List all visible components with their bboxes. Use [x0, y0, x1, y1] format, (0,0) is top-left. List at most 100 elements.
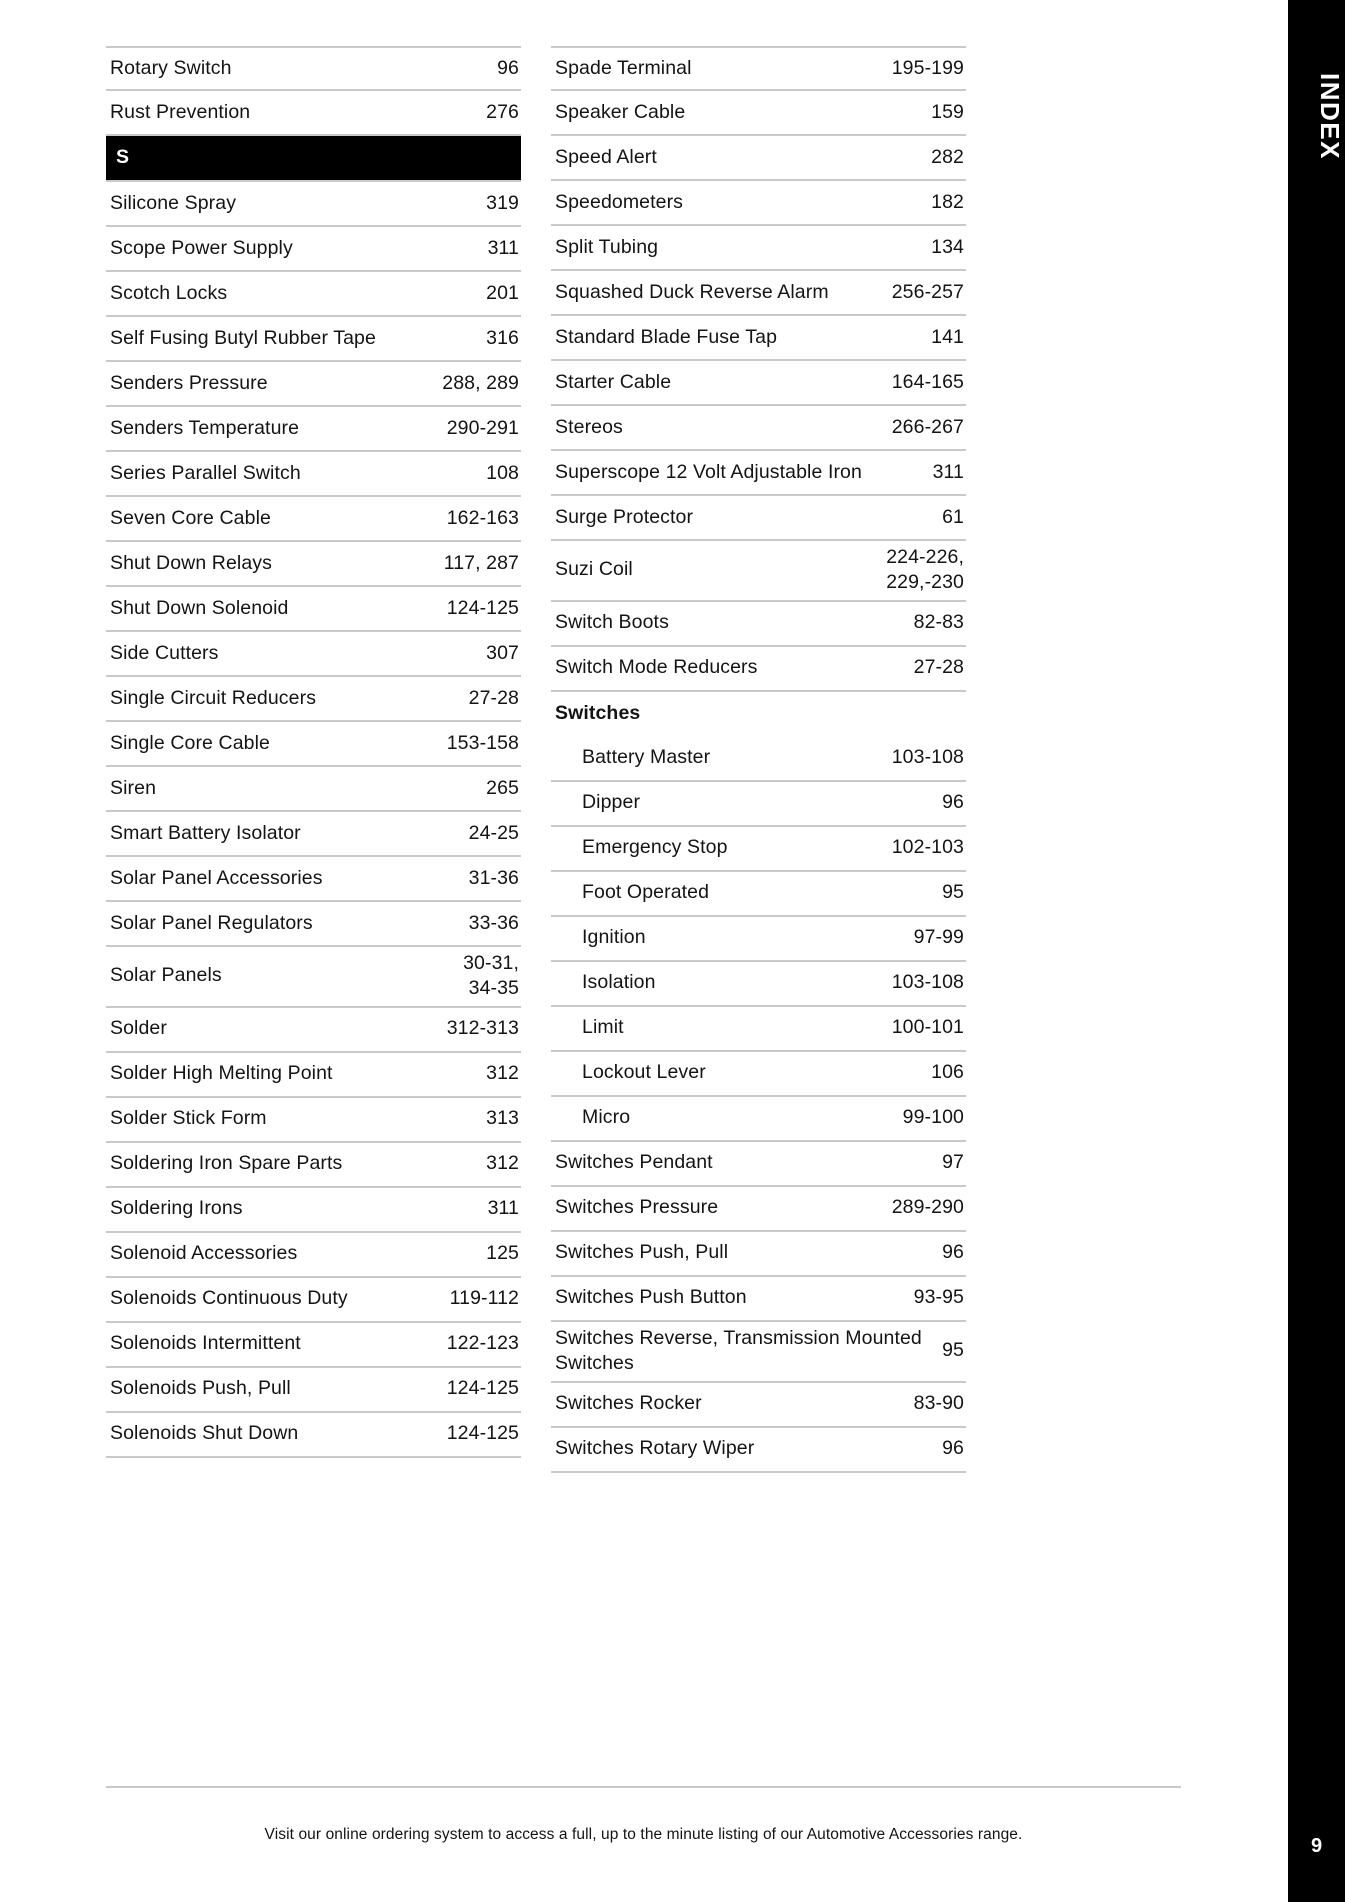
index-entry-label: Dipper: [582, 791, 641, 814]
index-entry-pages: 96: [497, 56, 519, 79]
index-sub-entry-row[interactable]: Isolation 103-108: [551, 962, 966, 1007]
index-entry-row[interactable]: Switch Boots 82-83: [551, 602, 966, 647]
index-entry-row[interactable]: Scope Power Supply 311: [106, 227, 521, 272]
index-entry-pages: 201: [486, 281, 519, 304]
index-entry-label: Shut Down Solenoid: [110, 596, 289, 619]
index-entry-row[interactable]: Superscope 12 Volt Adjustable Iron 311: [551, 451, 966, 496]
index-entry-row[interactable]: Squashed Duck Reverse Alarm 256-257: [551, 271, 966, 316]
footer-note: Visit our online ordering system to acce…: [264, 1826, 1023, 1843]
index-entry-pages: 97-99: [913, 926, 964, 949]
index-page: Rotary Switch 96 Rust Prevention 276 S Silico…: [0, 0, 1345, 1902]
index-entry-row[interactable]: Stereos 266-267: [551, 406, 966, 451]
index-entry-row[interactable]: Shut Down Relays 117, 287: [106, 542, 521, 587]
index-sub-entry-row[interactable]: Micro 99-100: [551, 1097, 966, 1142]
index-entry-row[interactable]: Solenoids Continuous Duty 119-112: [106, 1278, 521, 1323]
index-entry-row[interactable]: Scotch Locks 201: [106, 272, 521, 317]
index-entry-label: Solenoid Accessories: [110, 1242, 298, 1265]
index-entry-row[interactable]: Starter Cable 164-165: [551, 361, 966, 406]
index-entry-pages: 125: [486, 1242, 519, 1265]
index-entry-row[interactable]: Shut Down Solenoid 124-125: [106, 587, 521, 632]
index-entry-row[interactable]: Solder 312-313: [106, 1008, 521, 1053]
index-entry-row[interactable]: Switches Rotary Wiper 96: [551, 1428, 966, 1473]
index-entry-row[interactable]: Speedometers 182: [551, 181, 966, 226]
index-entry-label: Solenoids Continuous Duty: [110, 1287, 348, 1310]
index-entry-pages: 307: [486, 641, 519, 664]
index-entry-row[interactable]: Switches Pressure 289-290: [551, 1187, 966, 1232]
index-column-left: Rotary Switch 96 Rust Prevention 276 S Silico…: [106, 46, 521, 1473]
index-entry-pages: 124-125: [446, 1422, 519, 1445]
index-entry-pages: 96: [942, 1437, 964, 1460]
index-entry-row[interactable]: Switches Push, Pull 96: [551, 1232, 966, 1277]
index-entry-row[interactable]: Solenoids Shut Down 124-125: [106, 1413, 521, 1458]
index-entry-row[interactable]: Split Tubing 134: [551, 226, 966, 271]
index-entry-row[interactable]: Surge Protector 61: [551, 496, 966, 541]
index-entry-row[interactable]: Single Circuit Reducers 27-28: [106, 677, 521, 722]
index-letter-divider[interactable]: S: [106, 136, 521, 182]
index-entry-row[interactable]: Solar Panels 30-31, 34-35: [106, 947, 521, 1008]
index-entry-row[interactable]: Single Core Cable 153-158: [106, 722, 521, 767]
index-entry-row[interactable]: Siren 265: [106, 767, 521, 812]
index-sub-entry-row[interactable]: Ignition 97-99: [551, 917, 966, 962]
index-entry-pages: 124-125: [446, 596, 519, 619]
index-entry-label: Switches Rotary Wiper: [555, 1437, 755, 1460]
index-side-tab: INDEX 9: [1288, 0, 1345, 1902]
index-group-heading[interactable]: Switches: [551, 692, 966, 737]
index-entry-row[interactable]: Switch Mode Reducers 27-28: [551, 647, 966, 692]
index-entry-row[interactable]: Solder Stick Form 313: [106, 1098, 521, 1143]
index-entry-row[interactable]: Rotary Switch 96: [106, 46, 521, 91]
index-entry-label: Soldering Irons: [110, 1197, 243, 1220]
index-entry-row[interactable]: Spade Terminal 195-199: [551, 46, 966, 91]
index-entry-row[interactable]: Solenoid Accessories 125: [106, 1233, 521, 1278]
index-entry-row[interactable]: Suzi Coil 224-226, 229,-230: [551, 541, 966, 602]
index-entry-row[interactable]: Solenoids Push, Pull 124-125: [106, 1368, 521, 1413]
index-entry-pages: 256-257: [891, 280, 964, 303]
index-sub-entry-row[interactable]: Emergency Stop 102-103: [551, 827, 966, 872]
index-entry-label: Foot Operated: [582, 881, 710, 904]
index-entry-row[interactable]: Switches Reverse, Transmission Mounted S…: [551, 1322, 966, 1383]
index-entry-row[interactable]: Solar Panel Regulators 33-36: [106, 902, 521, 947]
index-entry-label: Suzi Coil: [555, 558, 633, 581]
index-entry-row[interactable]: Soldering Irons 311: [106, 1188, 521, 1233]
footer-divider: [106, 1786, 1181, 1788]
index-entry-pages: 289-290: [891, 1196, 964, 1219]
index-sub-entry-row[interactable]: Battery Master 103-108: [551, 737, 966, 782]
index-entry-row[interactable]: Senders Temperature 290-291: [106, 407, 521, 452]
index-entry-row[interactable]: Switches Push Button 93-95: [551, 1277, 966, 1322]
index-entry-row[interactable]: Switches Pendant 97: [551, 1142, 966, 1187]
index-entry-row[interactable]: Speaker Cable 159: [551, 91, 966, 136]
index-entry-pages: 159: [931, 100, 964, 123]
index-sub-entry-row[interactable]: Lockout Lever 106: [551, 1052, 966, 1097]
page-content: Rotary Switch 96 Rust Prevention 276 S Silico…: [0, 0, 1288, 1902]
index-entry-row[interactable]: Solar Panel Accessories 31-36: [106, 857, 521, 902]
index-entry-row[interactable]: Solenoids Intermittent 122-123: [106, 1323, 521, 1368]
index-entry-pages: 103-108: [891, 971, 964, 994]
index-entry-pages: 95: [942, 1339, 964, 1362]
index-sub-entry-row[interactable]: Limit 100-101: [551, 1007, 966, 1052]
index-entry-row[interactable]: Self Fusing Butyl Rubber Tape 316: [106, 317, 521, 362]
index-entry-pages: 119-112: [449, 1287, 519, 1310]
index-entry-row[interactable]: Rust Prevention 276: [106, 91, 521, 136]
index-sub-entry-row[interactable]: Dipper 96: [551, 782, 966, 827]
index-entry-row[interactable]: Soldering Iron Spare Parts 312: [106, 1143, 521, 1188]
index-entry-row[interactable]: Silicone Spray 319: [106, 182, 521, 227]
index-entry-row[interactable]: Solder High Melting Point 312: [106, 1053, 521, 1098]
index-entry-pages: 319: [486, 191, 519, 214]
index-entry-row[interactable]: Switches Rocker 83-90: [551, 1383, 966, 1428]
index-entry-label: Scotch Locks: [110, 281, 228, 304]
index-entry-pages: 33-36: [468, 911, 519, 934]
index-entry-pages: 311: [932, 460, 964, 483]
index-entry-row[interactable]: Series Parallel Switch 108: [106, 452, 521, 497]
index-entry-label: Lockout Lever: [582, 1061, 706, 1084]
index-entry-label: Switches: [555, 702, 641, 725]
index-entry-pages: 24-25: [468, 821, 519, 844]
index-entry-pages: 83-90: [913, 1392, 964, 1415]
index-entry-pages: 141: [931, 325, 964, 348]
index-entry-row[interactable]: Standard Blade Fuse Tap 141: [551, 316, 966, 361]
index-entry-row[interactable]: Speed Alert 282: [551, 136, 966, 181]
index-entry-row[interactable]: Side Cutters 307: [106, 632, 521, 677]
index-entry-row[interactable]: Smart Battery Isolator 24-25: [106, 812, 521, 857]
index-entry-row[interactable]: Senders Pressure 288, 289: [106, 362, 521, 407]
index-entry-row[interactable]: Seven Core Cable 162-163: [106, 497, 521, 542]
index-entry-pages: 266-267: [891, 415, 964, 438]
index-sub-entry-row[interactable]: Foot Operated 95: [551, 872, 966, 917]
